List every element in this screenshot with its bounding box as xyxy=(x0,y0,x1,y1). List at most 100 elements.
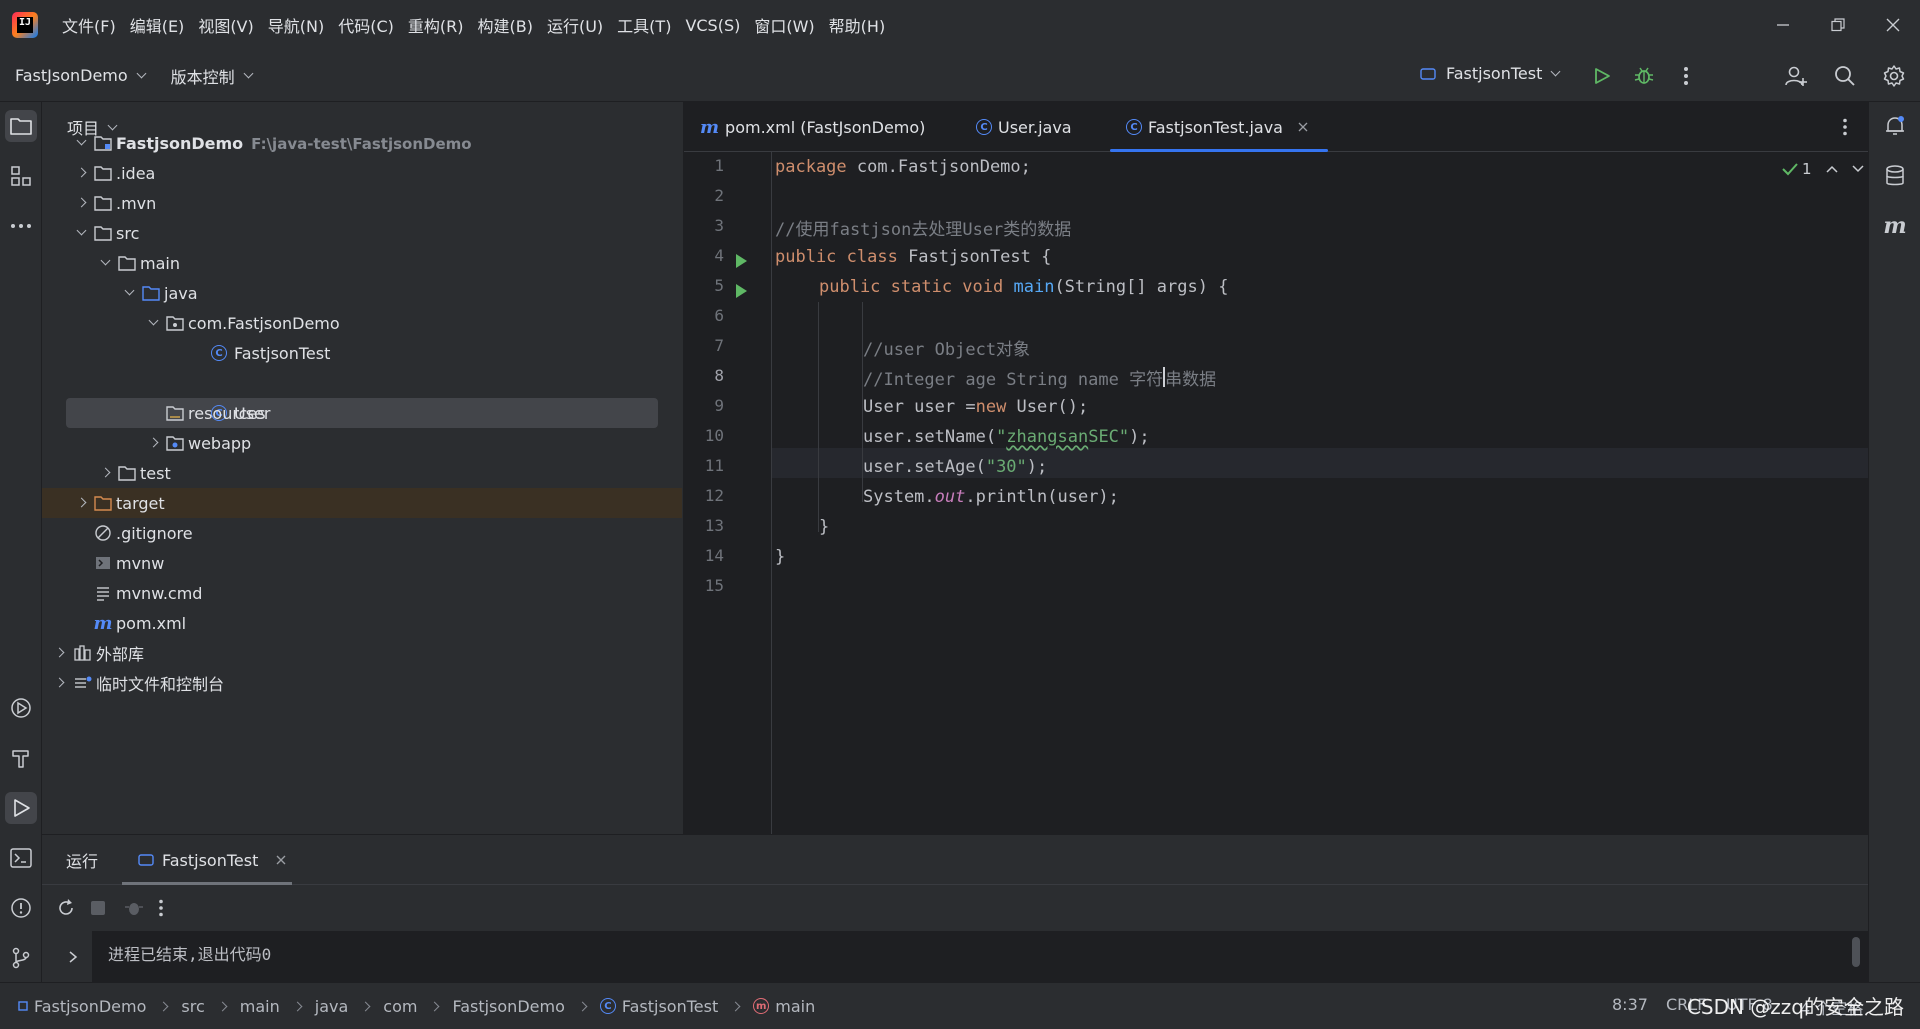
tree-item-java[interactable]: java xyxy=(42,278,682,308)
menu-run[interactable]: 运行(U) xyxy=(547,13,603,37)
menu-vcs[interactable]: VCS(S) xyxy=(685,16,740,35)
maven-tool-button[interactable]: m xyxy=(1879,210,1911,242)
tree-item-pom-xml[interactable]: m pom.xml xyxy=(42,608,682,638)
code-line-3[interactable]: //使用fastjson去处理User类的数据 xyxy=(775,212,1071,242)
project-tool-button[interactable] xyxy=(5,110,37,142)
more-vertical-icon[interactable] xyxy=(158,899,164,917)
code-line-4[interactable]: public class FastjsonTest { xyxy=(775,242,1051,272)
stop-icon[interactable] xyxy=(90,900,106,916)
tree-item-package[interactable]: com.FastjsonDemo xyxy=(42,308,682,338)
menu-refactor[interactable]: 重构(R) xyxy=(408,13,464,37)
code-line-8[interactable]: //Integer age String name 字符 串数据 xyxy=(863,362,1216,392)
chevron-right-icon[interactable] xyxy=(100,467,111,478)
services-tool-button[interactable] xyxy=(5,692,37,724)
run-tool-button[interactable] xyxy=(5,792,37,824)
menu-edit[interactable]: 编辑(E) xyxy=(130,13,185,37)
add-user-button[interactable] xyxy=(1782,62,1810,90)
code-line-7[interactable]: //user Object对象 xyxy=(863,332,1030,362)
chevron-down-icon[interactable] xyxy=(124,285,135,296)
tree-item-main[interactable]: main xyxy=(42,248,682,278)
tree-item-external-libraries[interactable]: 外部库 xyxy=(42,638,682,668)
problems-tool-button[interactable] xyxy=(5,892,37,924)
project-switcher[interactable]: FastJsonDemo xyxy=(15,66,147,85)
close-tab-icon[interactable] xyxy=(1297,121,1309,133)
code-line-12[interactable]: System. out .println(user); xyxy=(863,482,1119,512)
database-button[interactable] xyxy=(1879,160,1911,192)
rerun-icon[interactable] xyxy=(56,898,76,918)
tree-item-target[interactable]: target xyxy=(42,488,682,518)
tree-item-resources[interactable]: resources xyxy=(42,398,682,428)
tree-item-src[interactable]: src xyxy=(42,218,682,248)
tree-item-idea[interactable]: .idea xyxy=(42,158,682,188)
breadcrumb-item[interactable]: src xyxy=(181,997,204,1016)
chevron-right-icon[interactable] xyxy=(76,167,87,178)
chevron-right-icon[interactable] xyxy=(54,647,65,658)
menu-window[interactable]: 窗口(W) xyxy=(754,13,814,37)
breadcrumb-item[interactable]: main xyxy=(775,997,815,1016)
code-line-1[interactable]: package com.FastjsonDemo; xyxy=(775,152,1031,182)
minimize-button[interactable] xyxy=(1756,0,1810,50)
tab-fastjsontest-java[interactable]: C FastjsonTest.java xyxy=(1110,102,1328,152)
restore-button[interactable] xyxy=(1811,0,1865,50)
code-line-5[interactable]: public static void main (String[] args) { xyxy=(819,272,1228,302)
tree-item-fastjsontest[interactable]: C FastjsonTest xyxy=(42,338,682,368)
tree-item-scratches[interactable]: 临时文件和控制台 xyxy=(42,668,682,698)
tree-item-webapp[interactable]: webapp xyxy=(42,428,682,458)
chevron-right-icon[interactable] xyxy=(76,497,87,508)
chevron-down-icon[interactable] xyxy=(148,315,159,326)
breadcrumb-item[interactable]: java xyxy=(315,997,349,1016)
console-output[interactable]: 进程已结束,退出代码0 xyxy=(92,931,1868,983)
chevron-right-icon[interactable] xyxy=(76,197,87,208)
tree-item-mvn[interactable]: .mvn xyxy=(42,188,682,218)
code-line-13[interactable]: } xyxy=(819,512,829,542)
search-button[interactable] xyxy=(1831,62,1859,90)
menu-build[interactable]: 构建(B) xyxy=(478,13,533,37)
code-line-10[interactable]: user.setName(" zhangsan SEC"); xyxy=(863,422,1150,452)
chevron-down-icon[interactable] xyxy=(1852,164,1864,174)
breadcrumb-item[interactable]: FastjsonTest xyxy=(622,997,718,1016)
menu-code[interactable]: 代码(C) xyxy=(338,13,394,37)
tree-item-test[interactable]: test xyxy=(42,458,682,488)
tab-options-button[interactable] xyxy=(1834,116,1856,138)
run-button[interactable] xyxy=(1588,62,1616,90)
menu-tools[interactable]: 工具(T) xyxy=(617,13,671,37)
cursor-position[interactable]: 8:37 xyxy=(1612,995,1648,1014)
inspection-widget[interactable]: 1 xyxy=(1782,160,1864,178)
chevron-down-icon[interactable] xyxy=(76,225,87,236)
code-line-9[interactable]: User user = new User(); xyxy=(863,392,1088,422)
chevron-up-icon[interactable] xyxy=(1826,164,1838,174)
run-gutter-icon[interactable] xyxy=(736,284,747,298)
notifications-button[interactable] xyxy=(1879,110,1911,142)
tree-item-mvnw-cmd[interactable]: mvnw.cmd xyxy=(42,578,682,608)
breadcrumb-item[interactable]: com xyxy=(383,997,417,1016)
menu-help[interactable]: 帮助(H) xyxy=(829,13,886,37)
settings-button[interactable] xyxy=(1880,62,1908,90)
console-scrollbar[interactable] xyxy=(1852,937,1860,967)
breadcrumb-item[interactable]: FastjsonDemo xyxy=(34,997,146,1016)
chevron-right-icon[interactable] xyxy=(54,677,65,688)
code-line-11[interactable]: user.setAge("30"); xyxy=(863,452,1047,482)
chevron-down-icon[interactable] xyxy=(100,255,111,266)
run-config-dropdown[interactable]: FastjsonTest xyxy=(1420,64,1561,83)
menu-view[interactable]: 视图(V) xyxy=(198,13,253,37)
chevron-right-icon[interactable] xyxy=(148,437,159,448)
tab-user-java[interactable]: C User.java xyxy=(976,102,1072,152)
menu-navigate[interactable]: 导航(N) xyxy=(268,13,324,37)
debug-button[interactable] xyxy=(1630,62,1658,90)
chevron-right-icon[interactable] xyxy=(68,951,78,963)
tree-item-fastjsondemo[interactable]: FastjsonDemo F:\java-test\FastjsonDemo xyxy=(42,128,682,158)
chevron-down-icon[interactable] xyxy=(76,135,87,146)
close-window-button[interactable] xyxy=(1866,0,1920,50)
git-tool-button[interactable] xyxy=(5,942,37,974)
breadcrumb-item[interactable]: FastjsonDemo xyxy=(452,997,564,1016)
menu-file[interactable]: 文件(F) xyxy=(62,13,116,37)
terminal-tool-button[interactable] xyxy=(5,842,37,874)
more-actions-button[interactable] xyxy=(1672,62,1700,90)
more-tools-button[interactable] xyxy=(5,210,37,242)
tree-item-gitignore[interactable]: .gitignore xyxy=(42,518,682,548)
vcs-dropdown[interactable]: 版本控制 xyxy=(171,64,254,88)
debug-bug-icon[interactable] xyxy=(124,898,144,918)
breadcrumb-item[interactable]: main xyxy=(240,997,280,1016)
close-tab-icon[interactable] xyxy=(276,855,286,865)
code-line-14[interactable]: } xyxy=(775,542,785,572)
